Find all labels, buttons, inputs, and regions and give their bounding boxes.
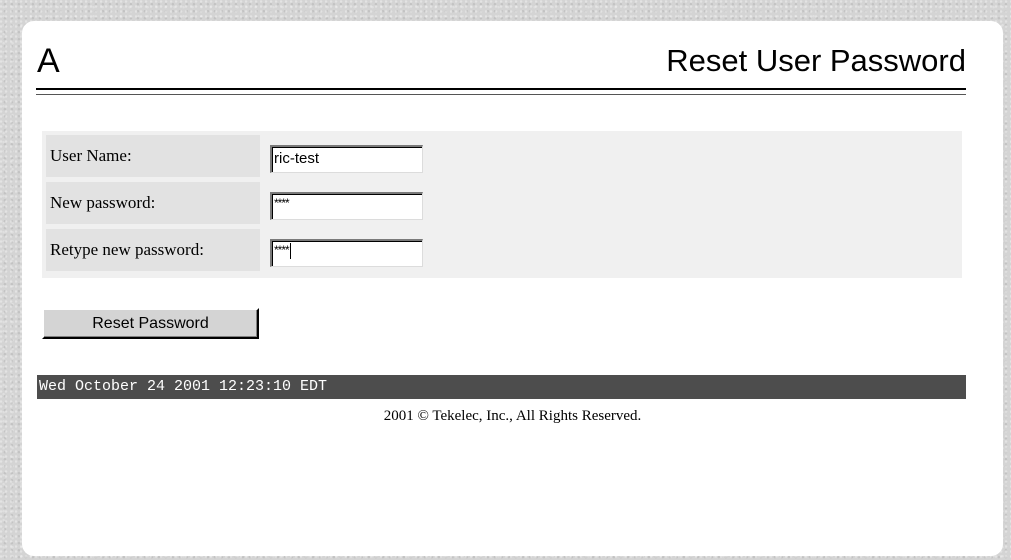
copyright-notice: 2001 © Tekelec, Inc., All Rights Reserve… <box>383 408 642 424</box>
retype-password-label: Retype new password: <box>46 229 260 271</box>
reset-password-button[interactable]: Reset Password <box>42 308 259 339</box>
user-name-input[interactable]: ric-test <box>270 145 423 173</box>
text-caret <box>289 242 291 259</box>
retype-password-input[interactable]: **** <box>270 239 423 267</box>
header-divider-secondary <box>36 94 966 95</box>
user-name-label: User Name: <box>46 135 260 177</box>
status-bar-timestamp: Wed October 24 2001 12:23:10 EDT <box>37 375 966 399</box>
new-password-label: New password: <box>46 182 260 224</box>
page-title: Reset User Password <box>666 43 966 78</box>
reset-password-form: User Name: ric-test New password: **** R… <box>42 131 962 278</box>
app-logo-letter: A <box>37 42 60 80</box>
header-divider <box>36 88 966 90</box>
content-panel: A Reset User Password User Name: ric-tes… <box>22 21 1003 556</box>
retype-password-value: **** <box>274 243 290 257</box>
new-password-input[interactable]: **** <box>270 192 423 220</box>
